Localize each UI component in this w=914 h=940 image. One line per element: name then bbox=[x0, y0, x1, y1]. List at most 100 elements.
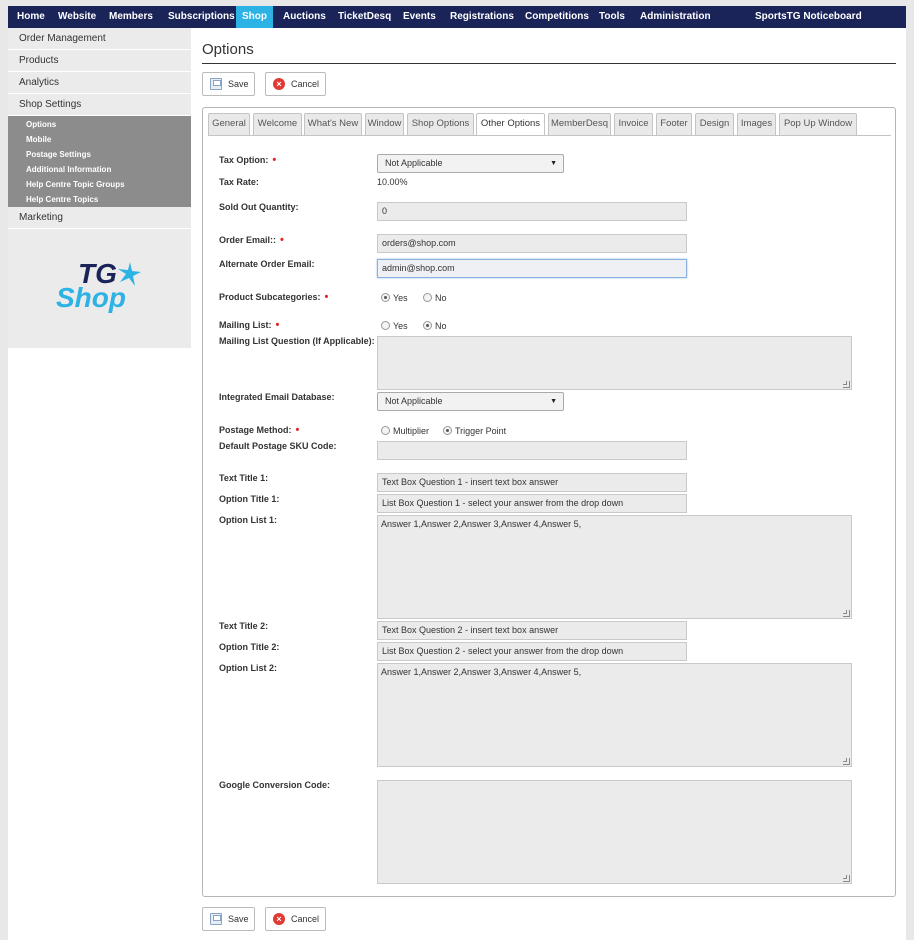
postage-method-label: Postage Method: • bbox=[219, 424, 300, 436]
close-icon: × bbox=[273, 78, 285, 90]
dropdown-arrow-icon: ▼ bbox=[550, 160, 557, 167]
email-db-label: Integrated Email Database: bbox=[219, 392, 335, 402]
sidebar-sub-mobile[interactable]: Mobile bbox=[26, 135, 51, 144]
default-sku-label: Default Postage SKU Code: bbox=[219, 441, 337, 451]
google-code-label: Google Conversion Code: bbox=[219, 780, 331, 790]
mailing-list-yes-radio[interactable]: Yes bbox=[381, 321, 408, 331]
sold-out-input[interactable]: 0 bbox=[377, 202, 687, 221]
nav-tools[interactable]: Tools bbox=[599, 6, 625, 28]
nav-noticeboard[interactable]: SportsTG Noticeboard bbox=[755, 6, 862, 28]
google-code-textarea[interactable] bbox=[377, 780, 852, 884]
resize-handle-icon[interactable] bbox=[843, 381, 850, 388]
tgshop-logo: TG Shop bbox=[56, 258, 146, 318]
nav-auctions[interactable]: Auctions bbox=[283, 6, 326, 28]
tab-design[interactable]: Design bbox=[695, 113, 734, 135]
nav-subscriptions[interactable]: Subscriptions bbox=[168, 6, 235, 28]
alt-email-input[interactable]: admin@shop.com bbox=[377, 259, 687, 278]
save-button[interactable]: Save bbox=[202, 72, 255, 96]
page-title: Options bbox=[202, 41, 254, 58]
nav-administration[interactable]: Administration bbox=[640, 6, 711, 28]
tab-divider bbox=[208, 135, 891, 136]
tab-footer[interactable]: Footer bbox=[656, 113, 692, 135]
option-list-1-label: Option List 1: bbox=[219, 515, 277, 525]
nav-ticketdesq[interactable]: TicketDesq bbox=[338, 6, 391, 28]
tab-invoice[interactable]: Invoice bbox=[614, 113, 653, 135]
mailing-question-textarea[interactable] bbox=[377, 336, 852, 390]
tab-other-options[interactable]: Other Options bbox=[476, 113, 545, 136]
option-list-2-textarea[interactable]: Answer 1,Answer 2,Answer 3,Answer 4,Answ… bbox=[377, 663, 852, 767]
alt-email-label: Alternate Order Email: bbox=[219, 259, 315, 269]
option-title-1-input[interactable]: List Box Question 1 - select your answer… bbox=[377, 494, 687, 513]
resize-handle-icon[interactable] bbox=[843, 758, 850, 765]
close-icon: × bbox=[273, 913, 285, 925]
mailing-list-label: Mailing List: • bbox=[219, 319, 280, 331]
subcategories-label: Product Subcategories: • bbox=[219, 291, 329, 303]
sidebar-sub-additional-info[interactable]: Additional Information bbox=[26, 165, 111, 174]
tab-window[interactable]: Window bbox=[365, 113, 404, 135]
dropdown-arrow-icon: ▼ bbox=[550, 398, 557, 405]
nav-shop[interactable]: Shop bbox=[236, 6, 273, 28]
subcategories-no-radio[interactable]: No bbox=[423, 293, 447, 303]
cancel-button-bottom[interactable]: × Cancel bbox=[265, 907, 326, 931]
star-icon bbox=[118, 262, 141, 286]
tab-memberdesq[interactable]: MemberDesq bbox=[548, 113, 611, 135]
sidebar-sub-help-groups[interactable]: Help Centre Topic Groups bbox=[26, 180, 125, 189]
tax-rate-label: Tax Rate: bbox=[219, 177, 259, 187]
tab-whats-new[interactable]: What's New bbox=[304, 113, 362, 135]
sidebar: Order Management Products Analytics Shop… bbox=[8, 28, 191, 348]
nav-members[interactable]: Members bbox=[109, 6, 153, 28]
tax-option-value: Not Applicable bbox=[385, 158, 443, 168]
option-title-2-input[interactable]: List Box Question 2 - select your answer… bbox=[377, 642, 687, 661]
option-title-1-label: Option Title 1: bbox=[219, 494, 280, 504]
default-sku-input[interactable] bbox=[377, 441, 687, 460]
sidebar-submenu: Options Mobile Postage Settings Addition… bbox=[8, 116, 191, 207]
nav-home[interactable]: Home bbox=[17, 6, 45, 28]
tab-general[interactable]: General bbox=[208, 113, 250, 135]
order-email-label: Order Email:: • bbox=[219, 234, 284, 246]
postage-multiplier-radio[interactable]: Multiplier bbox=[381, 426, 429, 436]
options-panel: General Welcome What's New Window Shop O… bbox=[202, 107, 896, 897]
nav-competitions[interactable]: Competitions bbox=[525, 6, 589, 28]
tab-welcome[interactable]: Welcome bbox=[253, 113, 302, 135]
sidebar-item-analytics[interactable]: Analytics bbox=[8, 72, 191, 94]
text-title-1-label: Text Title 1: bbox=[219, 473, 269, 483]
text-title-2-input[interactable]: Text Box Question 2 - insert text box an… bbox=[377, 621, 687, 640]
tax-option-label: Tax Option: • bbox=[219, 154, 277, 166]
tab-images[interactable]: Images bbox=[737, 113, 776, 135]
nav-events[interactable]: Events bbox=[403, 6, 436, 28]
sidebar-item-products[interactable]: Products bbox=[8, 50, 191, 72]
order-email-input[interactable]: orders@shop.com bbox=[377, 234, 687, 253]
save-button-bottom[interactable]: Save bbox=[202, 907, 255, 931]
sidebar-sub-help-topics[interactable]: Help Centre Topics bbox=[26, 195, 98, 204]
sold-out-label: Sold Out Quantity: bbox=[219, 202, 299, 212]
mailing-list-no-radio[interactable]: No bbox=[423, 321, 447, 331]
nav-website[interactable]: Website bbox=[58, 6, 96, 28]
sidebar-sub-options[interactable]: Options bbox=[26, 120, 56, 129]
option-list-1-textarea[interactable]: Answer 1,Answer 2,Answer 3,Answer 4,Answ… bbox=[377, 515, 852, 619]
email-db-select[interactable]: Not Applicable ▼ bbox=[377, 392, 564, 411]
postage-trigger-radio[interactable]: Trigger Point bbox=[443, 426, 506, 436]
top-nav: Home Website Members Subscriptions Shop … bbox=[8, 6, 906, 28]
resize-handle-icon[interactable] bbox=[843, 610, 850, 617]
tax-option-select[interactable]: Not Applicable ▼ bbox=[377, 154, 564, 173]
subcategories-yes-radio[interactable]: Yes bbox=[381, 293, 408, 303]
cancel-button[interactable]: × Cancel bbox=[265, 72, 326, 96]
text-title-1-input[interactable]: Text Box Question 1 - insert text box an… bbox=[377, 473, 687, 492]
sidebar-item-marketing[interactable]: Marketing bbox=[8, 207, 191, 229]
save-label: Save bbox=[228, 914, 249, 924]
sidebar-item-shop-settings[interactable]: Shop Settings bbox=[8, 94, 191, 116]
save-label: Save bbox=[228, 79, 249, 89]
email-db-value: Not Applicable bbox=[385, 396, 443, 406]
sidebar-item-order-management[interactable]: Order Management bbox=[8, 28, 191, 50]
nav-registrations[interactable]: Registrations bbox=[450, 6, 514, 28]
option-title-2-label: Option Title 2: bbox=[219, 642, 280, 652]
tab-shop-options[interactable]: Shop Options bbox=[407, 113, 474, 135]
resize-handle-icon[interactable] bbox=[843, 875, 850, 882]
page: Home Website Members Subscriptions Shop … bbox=[8, 6, 906, 940]
save-icon bbox=[210, 913, 222, 925]
title-divider bbox=[202, 63, 896, 64]
tab-popup-window[interactable]: Pop Up Window bbox=[779, 113, 857, 135]
save-icon bbox=[210, 78, 222, 90]
cancel-label: Cancel bbox=[291, 914, 320, 924]
sidebar-sub-postage[interactable]: Postage Settings bbox=[26, 150, 91, 159]
